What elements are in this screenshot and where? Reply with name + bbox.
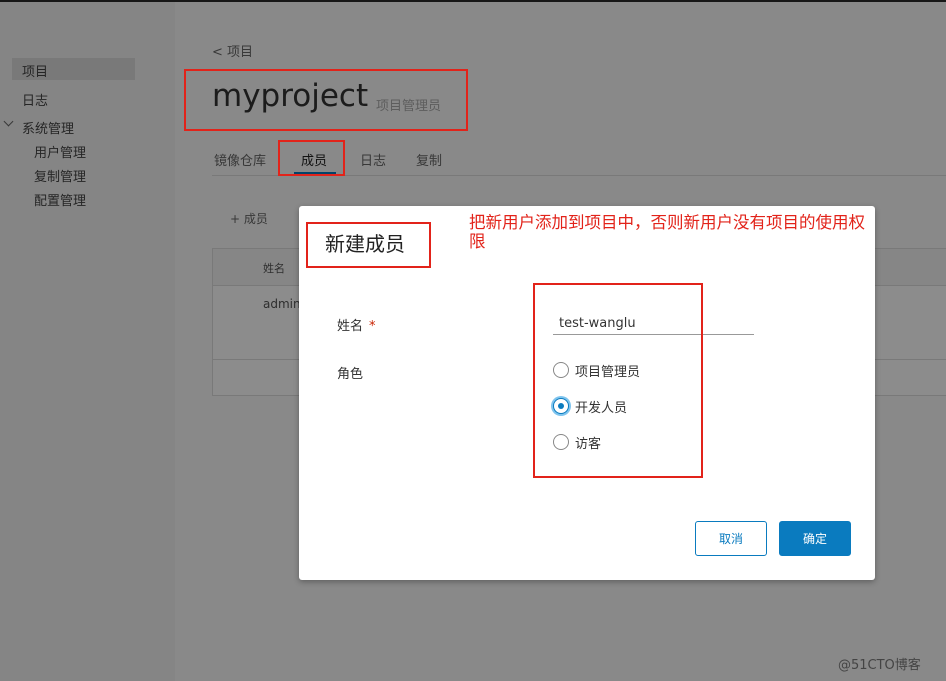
name-label-text: 姓名 bbox=[337, 319, 364, 334]
annotation-note: 把新用户添加到项目中，否则新用户没有项目的使用权限 bbox=[469, 213, 865, 251]
watermark: @51CTO博客 bbox=[838, 658, 921, 673]
annotation-box-project-title bbox=[184, 69, 468, 131]
annotation-box-members-tab bbox=[278, 140, 345, 176]
required-mark: * bbox=[369, 319, 376, 334]
role-field-label: 角色 bbox=[337, 367, 364, 382]
cancel-button[interactable]: 取消 bbox=[695, 521, 767, 556]
confirm-button[interactable]: 确定 bbox=[779, 521, 851, 556]
annotation-box-form-values bbox=[533, 283, 703, 478]
name-field-label: 姓名 * bbox=[337, 315, 376, 334]
annotation-box-dialog-title bbox=[306, 222, 431, 268]
